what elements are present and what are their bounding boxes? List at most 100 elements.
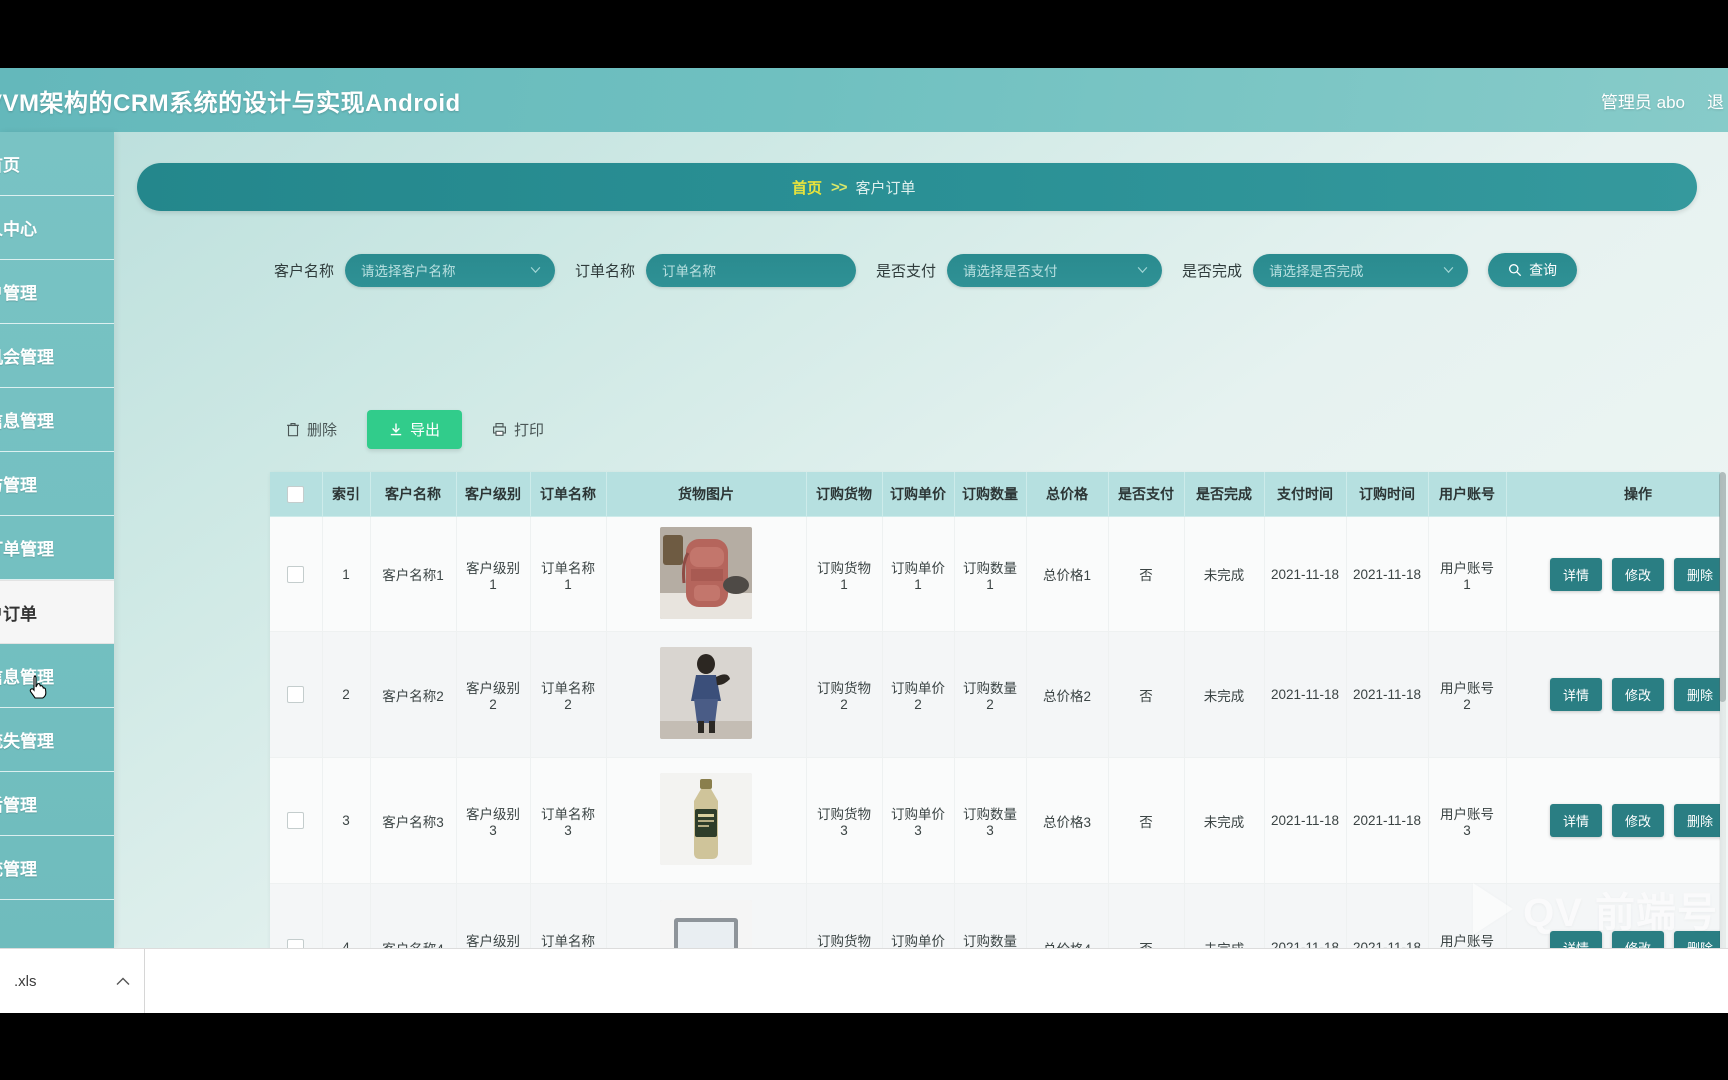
row-delete-button[interactable]: 删除 — [1674, 678, 1720, 711]
cell-goods-image[interactable] — [606, 516, 807, 632]
cell-goods-image[interactable] — [606, 883, 807, 948]
table-row[interactable]: 3 客户名称3 客户级别 3 订单名称 3 订购货物 3 订购单价 3 订购数量… — [270, 757, 1720, 884]
row-checkbox[interactable] — [287, 565, 305, 583]
delete-button[interactable]: 删除 — [282, 413, 341, 446]
cell-order-name: 订单名称 3 — [530, 757, 607, 884]
cell-account: 用户账号 2 — [1428, 631, 1507, 758]
logout-link[interactable]: 退 — [1707, 88, 1724, 113]
cell-paid: 否 — [1108, 757, 1185, 884]
cell-customer-name: 客户名称4 — [370, 883, 457, 948]
row-checkbox-cell[interactable] — [270, 516, 323, 632]
download-item[interactable]: .xls — [0, 949, 145, 1014]
cell-goods: 订购货物 3 — [806, 757, 883, 884]
cell-total-price: 总价格3 — [1026, 757, 1109, 884]
detail-button[interactable]: 详情 — [1549, 557, 1602, 591]
page-title: VVM架构的CRM系统的设计与实现Android — [0, 89, 461, 117]
cell-account: 用户账号 1 — [1428, 516, 1507, 632]
table-vertical-scrollbar[interactable] — [1719, 472, 1726, 948]
sidebar-item-5[interactable]: 访管理 — [0, 452, 114, 516]
th-goods-image: 货物图片 — [606, 472, 807, 517]
select-all-checkbox[interactable] — [287, 485, 305, 503]
sidebar-item-9[interactable]: 流失管理 — [0, 708, 114, 772]
goods-thumbnail[interactable] — [660, 773, 752, 865]
cell-pay-time: 2021-11-18 — [1264, 883, 1347, 948]
table-body: 1 客户名称1 客户级别 1 订单名称 1 订购货物 1 订购单价 1 订购数量… — [270, 516, 1720, 948]
row-checkbox[interactable] — [287, 939, 305, 948]
order-name-input-value: 订单名称 — [662, 264, 717, 279]
sidebar-item-customer-orders[interactable]: 户订单 — [0, 580, 114, 644]
cell-index: 2 — [322, 631, 371, 758]
chevron-up-icon[interactable] — [116, 977, 130, 986]
cell-customer-level: 客户级别 4 — [456, 883, 531, 948]
row-checkbox-cell[interactable] — [270, 757, 323, 884]
table-row[interactable]: 1 客户名称1 客户级别 1 订单名称 1 订购货物 1 订购单价 1 订购数量… — [270, 516, 1720, 632]
edit-button[interactable]: 修改 — [1611, 678, 1664, 711]
breadcrumb-home[interactable]: 首页 — [792, 177, 822, 198]
goods-thumbnail[interactable] — [660, 647, 752, 739]
completed-status-select[interactable]: 请选择是否完成 — [1253, 253, 1469, 287]
cell-customer-level: 客户级别 1 — [456, 516, 531, 632]
row-delete-button[interactable]: 删除 — [1674, 557, 1720, 591]
print-button[interactable]: 打印 — [488, 413, 548, 446]
customer-name-select[interactable]: 请选择客户名称 — [345, 253, 556, 287]
cell-completed: 未完成 — [1184, 883, 1265, 948]
goods-thumbnail[interactable] — [660, 900, 752, 948]
order-name-input[interactable]: 订单名称 — [646, 253, 857, 287]
cell-operations: 详情 修改 删除 — [1506, 757, 1720, 884]
row-delete-button[interactable]: 删除 — [1674, 931, 1720, 948]
row-checkbox-cell[interactable] — [270, 883, 323, 948]
scrollbar-thumb[interactable] — [1719, 472, 1726, 702]
sidebar-item-4[interactable]: 信息管理 — [0, 388, 114, 452]
cell-quantity: 订购数量 1 — [954, 516, 1027, 632]
edit-button[interactable]: 修改 — [1611, 931, 1664, 948]
search-icon — [1509, 264, 1522, 277]
cell-goods-image[interactable] — [606, 757, 807, 884]
th-select-all[interactable] — [270, 472, 323, 517]
edit-button[interactable]: 修改 — [1611, 557, 1664, 591]
sidebar-item-0[interactable]: 首页 — [0, 132, 114, 196]
search-button-label: 查询 — [1529, 262, 1558, 278]
row-checkbox-cell[interactable] — [270, 631, 323, 758]
chevron-down-icon — [1443, 266, 1454, 274]
detail-button[interactable]: 详情 — [1549, 804, 1602, 837]
sidebar-item-3[interactable]: 机会管理 — [0, 324, 114, 388]
cell-completed: 未完成 — [1184, 757, 1265, 884]
sidebar-item-2[interactable]: 户管理 — [0, 260, 114, 324]
search-button[interactable]: 查询 — [1488, 253, 1578, 287]
cell-paid: 否 — [1108, 631, 1185, 758]
row-checkbox[interactable] — [287, 812, 305, 829]
cell-order-time: 2021-11-18 — [1346, 516, 1429, 632]
sidebar-item-11[interactable]: 统管理 — [0, 836, 114, 900]
export-button[interactable]: 导出 — [367, 410, 463, 449]
orders-table-container[interactable]: 索引 客户名称 客户级别 订单名称 货物图片 订购货物 订购单价 订购数量 总价… — [270, 472, 1720, 948]
sidebar-item-1[interactable]: 人中心 — [0, 196, 114, 260]
table-row[interactable]: 2 客户名称2 客户级别 2 订单名称 2 订购货物 2 订购单价 2 订购数量… — [270, 631, 1720, 758]
cell-index: 1 — [322, 516, 371, 632]
sidebar-item-10[interactable]: 后管理 — [0, 772, 114, 836]
sidebar-item-label: 机会管理 — [0, 348, 54, 367]
th-order-name: 订单名称 — [530, 472, 607, 517]
goods-thumbnail[interactable] — [660, 526, 752, 619]
table-toolbar: 删除 导出 打印 — [282, 410, 548, 449]
row-checkbox[interactable] — [287, 686, 305, 703]
laptop-image — [660, 900, 752, 948]
sidebar-item-6[interactable]: 订单管理 — [0, 516, 114, 580]
cell-index: 3 — [322, 757, 371, 884]
header-user-area: 管理员 abo 退 — [1601, 68, 1724, 132]
paid-status-select[interactable]: 请选择是否支付 — [947, 253, 1163, 287]
customer-name-select-value: 请选择客户名称 — [361, 264, 456, 279]
cell-goods-image[interactable] — [606, 631, 807, 758]
paid-status-label: 是否支付 — [876, 262, 937, 280]
th-paid: 是否支付 — [1108, 472, 1185, 517]
detail-button[interactable]: 详情 — [1549, 931, 1602, 948]
row-delete-button[interactable]: 删除 — [1674, 804, 1720, 837]
detail-button[interactable]: 详情 — [1549, 678, 1602, 711]
table-row[interactable]: 4 客户名称4 客户级别 4 订单名称 4 — [270, 883, 1720, 948]
paid-status-select-value: 请选择是否支付 — [963, 264, 1058, 279]
sidebar-item-8[interactable]: 信息管理 — [0, 644, 114, 708]
sidebar-item-label: 信息管理 — [0, 668, 54, 687]
edit-button[interactable]: 修改 — [1611, 804, 1664, 837]
sidebar-item-label: 户管理 — [0, 284, 37, 303]
download-icon — [390, 423, 402, 436]
th-order-time: 订购时间 — [1346, 472, 1429, 517]
